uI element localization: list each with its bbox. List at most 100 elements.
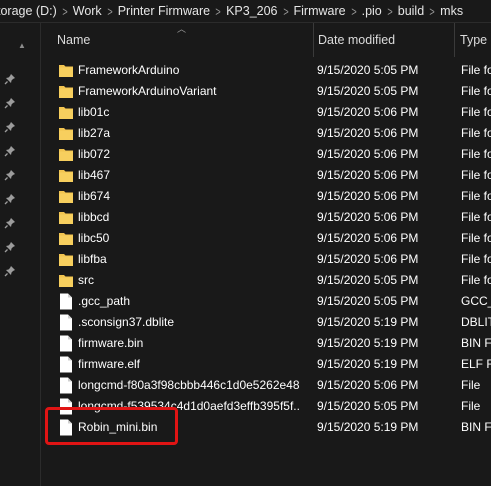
- column-date-modified[interactable]: Date modified: [318, 23, 395, 57]
- column-divider[interactable]: [454, 23, 455, 57]
- folder-icon: [58, 168, 74, 183]
- pin-icon[interactable]: [4, 121, 16, 133]
- file-type: File fo: [461, 126, 491, 140]
- folder-icon: [58, 210, 74, 225]
- pin-icon[interactable]: [4, 193, 16, 205]
- chevron-right-icon[interactable]: >: [427, 4, 438, 19]
- file-row[interactable]: longcmd-f539534c4d1d0aefd3effb395f5f... 9…: [41, 396, 491, 417]
- breadcrumb-item[interactable]: Firmware: [294, 4, 346, 18]
- pin-icon[interactable]: [4, 97, 16, 109]
- file-row[interactable]: .gcc_path 9/15/2020 5:05 PM GCC_: [41, 291, 491, 312]
- file-row[interactable]: firmware.elf 9/15/2020 5:19 PM ELF Fi: [41, 354, 491, 375]
- file-icon: [59, 356, 75, 373]
- file-date-modified: 9/15/2020 5:06 PM: [317, 105, 419, 119]
- file-name: lib27a: [78, 126, 111, 140]
- file-date-modified: 9/15/2020 5:19 PM: [317, 357, 419, 371]
- folder-icon: [58, 105, 74, 120]
- breadcrumb-item[interactable]: mks: [440, 4, 463, 18]
- file-name: lib674: [78, 189, 111, 203]
- file-name: FrameworkArduino: [78, 63, 180, 77]
- folder-icon: [58, 147, 74, 162]
- file-date-modified: 9/15/2020 5:19 PM: [317, 336, 419, 350]
- file-type: File fo: [461, 210, 491, 224]
- file-icon: [59, 335, 75, 352]
- breadcrumb-item[interactable]: build: [398, 4, 424, 18]
- column-header: ︿ Name Date modified Type: [41, 23, 491, 57]
- file-name: lib072: [78, 147, 111, 161]
- breadcrumb-item[interactable]: KP3_206: [226, 4, 277, 18]
- file-type: File: [461, 378, 481, 392]
- folder-row[interactable]: lib27a 9/15/2020 5:06 PM File fo: [41, 123, 491, 144]
- column-divider[interactable]: [313, 23, 314, 57]
- file-list: FrameworkArduino 9/15/2020 5:05 PM File fo…: [41, 60, 491, 438]
- file-date-modified: 9/15/2020 5:06 PM: [317, 126, 419, 140]
- folder-icon: [58, 63, 74, 78]
- folder-row[interactable]: lib072 9/15/2020 5:06 PM File fo: [41, 144, 491, 165]
- file-type: File fo: [461, 252, 491, 266]
- breadcrumb-item[interactable]: torage (D:): [0, 4, 57, 18]
- chevron-right-icon[interactable]: >: [348, 4, 359, 19]
- file-name: libfba: [78, 252, 107, 266]
- file-type: File fo: [461, 105, 491, 119]
- pin-icon[interactable]: [4, 241, 16, 253]
- file-date-modified: 9/15/2020 5:05 PM: [317, 294, 419, 308]
- breadcrumb-item[interactable]: Printer Firmware: [118, 4, 210, 18]
- folder-row[interactable]: lib674 9/15/2020 5:06 PM File fo: [41, 186, 491, 207]
- pin-icon[interactable]: [4, 145, 16, 157]
- folder-row[interactable]: FrameworkArduino 9/15/2020 5:05 PM File fo: [41, 60, 491, 81]
- file-row[interactable]: Robin_mini.bin 9/15/2020 5:19 PM BIN F: [41, 417, 491, 438]
- file-date-modified: 9/15/2020 5:05 PM: [317, 63, 419, 77]
- column-name[interactable]: Name: [57, 23, 90, 57]
- file-row[interactable]: .sconsign37.dblite 9/15/2020 5:19 PM DBLIT: [41, 312, 491, 333]
- file-date-modified: 9/15/2020 5:06 PM: [317, 252, 419, 266]
- pin-icon[interactable]: [4, 265, 16, 277]
- folder-row[interactable]: lib01c 9/15/2020 5:06 PM File fo: [41, 102, 491, 123]
- file-name: longcmd-f80a3f98cbbb446c1d0e5262e48...: [78, 378, 300, 392]
- column-type[interactable]: Type: [460, 23, 487, 57]
- chevron-right-icon[interactable]: >: [280, 4, 291, 19]
- pin-icon[interactable]: [4, 169, 16, 181]
- file-type: File: [461, 399, 481, 413]
- file-date-modified: 9/15/2020 5:06 PM: [317, 168, 419, 182]
- file-date-modified: 9/15/2020 5:06 PM: [317, 189, 419, 203]
- file-name: .gcc_path: [78, 294, 131, 308]
- folder-row[interactable]: lib467 9/15/2020 5:06 PM File fo: [41, 165, 491, 186]
- file-type: DBLIT: [461, 315, 491, 329]
- file-type: File fo: [461, 189, 491, 203]
- folder-row[interactable]: FrameworkArduinoVariant 9/15/2020 5:05 PM…: [41, 81, 491, 102]
- chevron-right-icon[interactable]: >: [104, 4, 115, 19]
- folder-icon: [58, 273, 74, 288]
- file-type: BIN F: [461, 420, 491, 434]
- chevron-right-icon[interactable]: >: [384, 4, 395, 19]
- file-icon: [59, 293, 75, 310]
- file-type: File fo: [461, 63, 491, 77]
- file-type: File fo: [461, 231, 491, 245]
- chevron-right-icon[interactable]: >: [59, 4, 70, 19]
- folder-row[interactable]: src 9/15/2020 5:05 PM File fo: [41, 270, 491, 291]
- folder-icon: [58, 189, 74, 204]
- chevron-right-icon[interactable]: >: [212, 4, 223, 19]
- folder-row[interactable]: libbcd 9/15/2020 5:06 PM File fo: [41, 207, 491, 228]
- pin-icon[interactable]: [4, 217, 16, 229]
- file-icon: [59, 314, 75, 331]
- file-date-modified: 9/15/2020 5:06 PM: [317, 378, 419, 392]
- file-type: File fo: [461, 147, 491, 161]
- file-row[interactable]: firmware.bin 9/15/2020 5:19 PM BIN F: [41, 333, 491, 354]
- breadcrumb-item[interactable]: Work: [73, 4, 102, 18]
- scroll-up-icon[interactable]: ▲: [18, 41, 26, 50]
- file-name: lib01c: [78, 105, 110, 119]
- breadcrumb-item[interactable]: .pio: [362, 4, 382, 18]
- folder-row[interactable]: libfba 9/15/2020 5:06 PM File fo: [41, 249, 491, 270]
- file-row[interactable]: longcmd-f80a3f98cbbb446c1d0e5262e48... 9/…: [41, 375, 491, 396]
- folder-row[interactable]: libc50 9/15/2020 5:06 PM File fo: [41, 228, 491, 249]
- file-name: libbcd: [78, 210, 110, 224]
- breadcrumb: torage (D:) > Work > Printer Firmware > KP3_20…: [0, 0, 491, 23]
- file-type: File fo: [461, 273, 491, 287]
- file-type: BIN F: [461, 336, 491, 350]
- pin-icon[interactable]: [4, 73, 16, 85]
- file-name: Robin_mini.bin: [78, 420, 158, 434]
- file-type: ELF Fi: [461, 357, 491, 371]
- file-date-modified: 9/15/2020 5:19 PM: [317, 315, 419, 329]
- file-icon: [59, 377, 75, 394]
- file-type: File fo: [461, 84, 491, 98]
